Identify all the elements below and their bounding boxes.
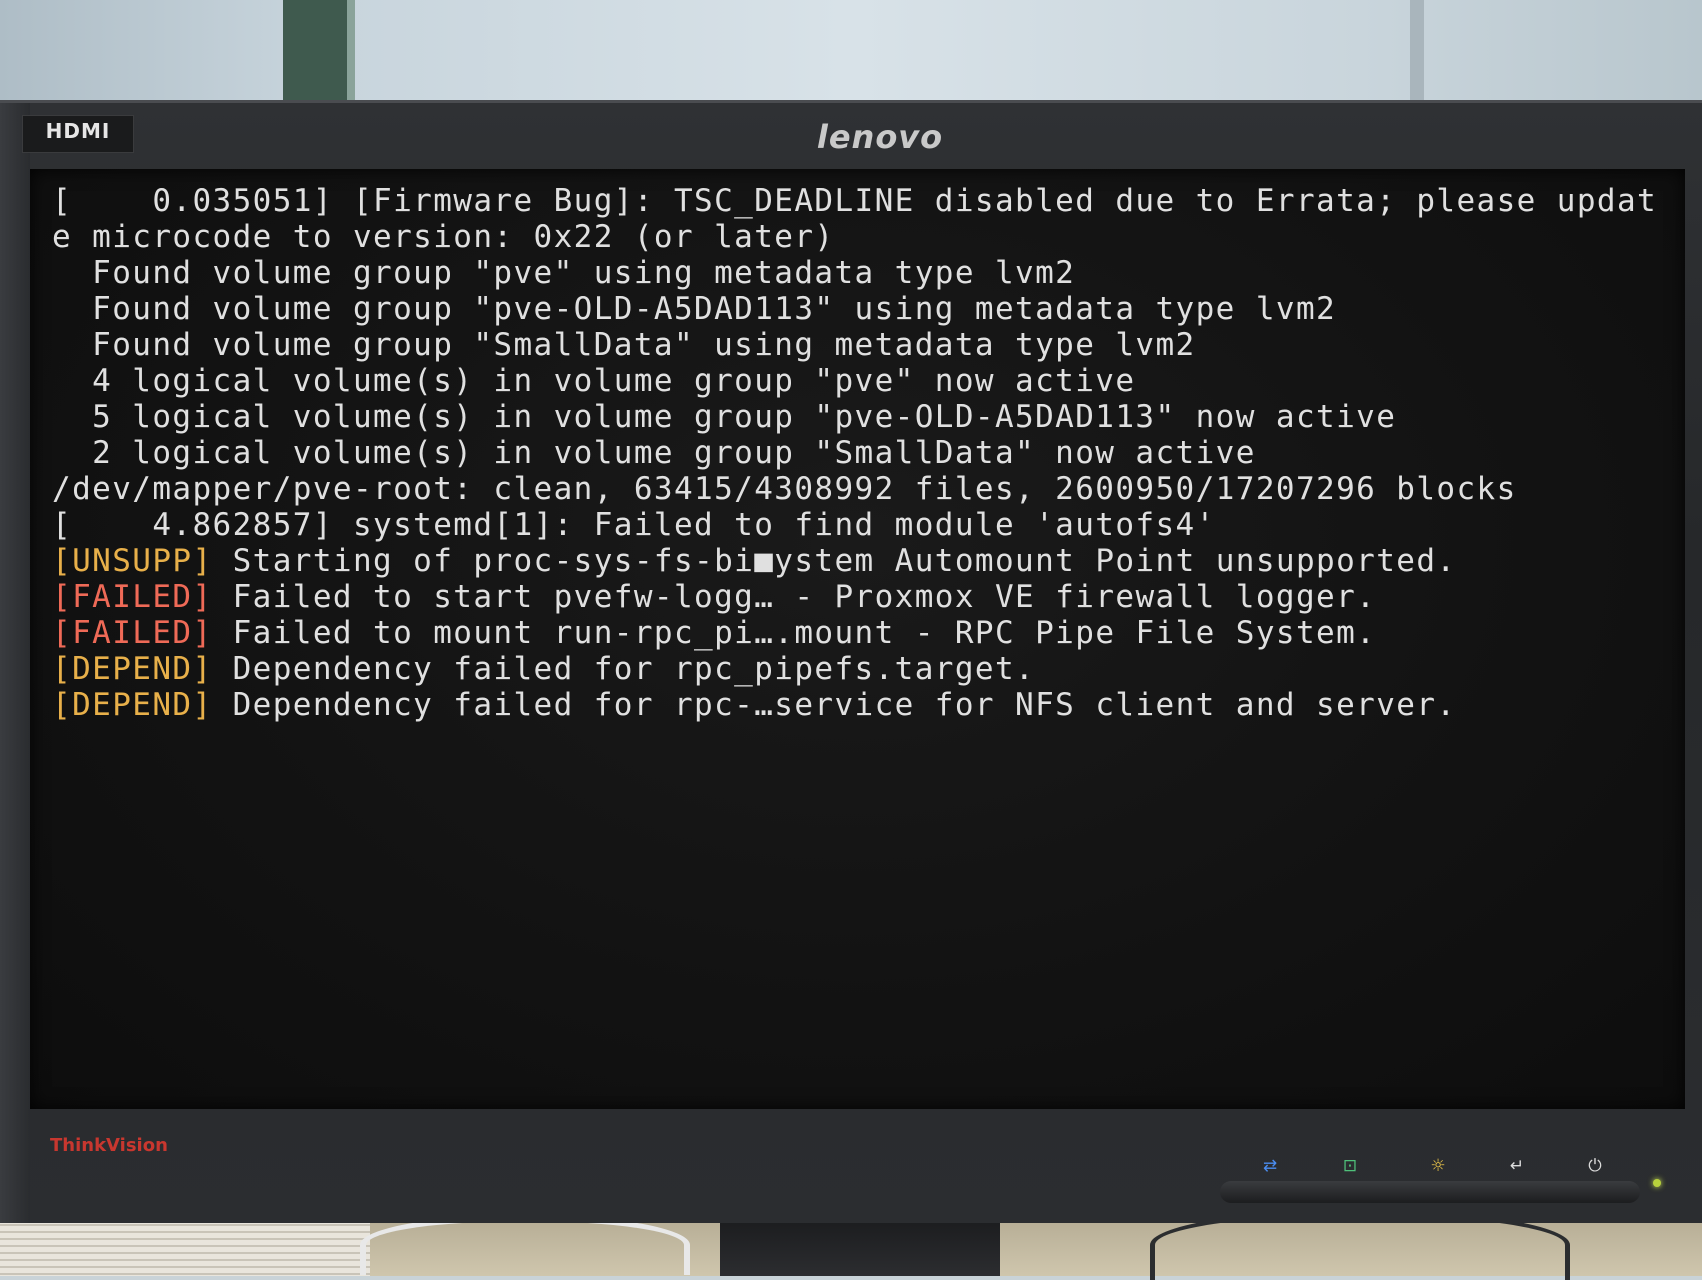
window-frame bbox=[283, 0, 347, 110]
console-line-text: [ 0.035051] [Firmware Bug]: TSC_DEADLINE… bbox=[52, 183, 1658, 219]
console-line: [FAILED] Failed to mount run-rpc_pi….mou… bbox=[52, 615, 1672, 651]
console-line-text: 5 logical volume(s) in volume group "pve… bbox=[52, 399, 1397, 435]
window-frame-edge bbox=[347, 0, 355, 110]
bezel-left-edge bbox=[0, 103, 30, 1223]
console-line: [UNSUPP] Starting of proc-sys-fs-bi■yste… bbox=[52, 543, 1672, 579]
window-frame-right bbox=[1410, 0, 1424, 110]
hdmi-logo: HDMI bbox=[22, 115, 134, 153]
console-line-text: Starting of proc-sys-fs-bi■ystem Automou… bbox=[212, 543, 1457, 579]
power-led-icon bbox=[1653, 1179, 1661, 1187]
console-line-text: 4 logical volume(s) in volume group "pve… bbox=[52, 363, 1136, 399]
monitor-stand bbox=[720, 1215, 1000, 1276]
status-tag-failed: [FAILED] bbox=[52, 615, 213, 651]
brightness-button[interactable]: ☼ bbox=[1418, 1153, 1458, 1179]
console-line-text: Failed to mount run-rpc_pi….mount - RPC … bbox=[212, 615, 1377, 651]
console-line: e microcode to version: 0x22 (or later) bbox=[52, 219, 1672, 255]
console-line-text: Failed to start pvefw-logg… - Proxmox VE… bbox=[212, 579, 1377, 615]
console-line-text: Dependency failed for rpc_pipefs.target. bbox=[212, 651, 1036, 687]
console-line-text: [ 4.862857] systemd[1]: Failed to find m… bbox=[52, 507, 1216, 543]
status-tag-depend: [DEPEND] bbox=[52, 687, 213, 723]
console-line: 4 logical volume(s) in volume group "pve… bbox=[52, 363, 1672, 399]
console-line: 5 logical volume(s) in volume group "pve… bbox=[52, 399, 1672, 435]
console-line: Found volume group "pve" using metadata … bbox=[52, 255, 1672, 291]
monitor: HDMI lenovo [ 0.035051] [Firmware Bug]: … bbox=[0, 100, 1702, 1223]
console-output: [ 0.035051] [Firmware Bug]: TSC_DEADLINE… bbox=[52, 183, 1672, 723]
console-line: [FAILED] Failed to start pvefw-logg… - P… bbox=[52, 579, 1672, 615]
console-line: [DEPEND] Dependency failed for rpc_pipef… bbox=[52, 651, 1672, 687]
status-tag-unsupp: [UNSUPP] bbox=[52, 543, 213, 579]
input-select-button[interactable]: ⇄ bbox=[1250, 1153, 1290, 1179]
white-cable bbox=[360, 1215, 690, 1275]
lenovo-logo: lenovo bbox=[816, 118, 944, 156]
enter-button[interactable]: ↵ bbox=[1497, 1153, 1537, 1179]
console-line: [DEPEND] Dependency failed for rpc-…serv… bbox=[52, 687, 1672, 723]
console-line: Found volume group "SmallData" using met… bbox=[52, 327, 1672, 363]
console-line-text: Dependency failed for rpc-…service for N… bbox=[212, 687, 1457, 723]
console-line: [ 4.862857] systemd[1]: Failed to find m… bbox=[52, 507, 1672, 543]
console-line: [ 0.035051] [Firmware Bug]: TSC_DEADLINE… bbox=[52, 183, 1672, 219]
console-line-text: e microcode to version: 0x22 (or later) bbox=[52, 219, 835, 255]
console-line: Found volume group "pve-OLD-A5DAD113" us… bbox=[52, 291, 1672, 327]
power-button[interactable]: ⏻ bbox=[1575, 1153, 1615, 1179]
console-line-text: Found volume group "pve" using metadata … bbox=[52, 255, 1076, 291]
auto-adjust-button[interactable]: ⊡ bbox=[1330, 1153, 1370, 1179]
console-line-text: /dev/mapper/pve-root: clean, 63415/43089… bbox=[52, 471, 1517, 507]
console-line-text: Found volume group "pve-OLD-A5DAD113" us… bbox=[52, 291, 1337, 327]
console-line-text: 2 logical volume(s) in volume group "Sma… bbox=[52, 435, 1256, 471]
status-tag-depend: [DEPEND] bbox=[52, 651, 213, 687]
console-line: /dev/mapper/pve-root: clean, 63415/43089… bbox=[52, 471, 1672, 507]
control-button-strip bbox=[1220, 1181, 1640, 1203]
console-line: 2 logical volume(s) in volume group "Sma… bbox=[52, 435, 1672, 471]
status-tag-failed: [FAILED] bbox=[52, 579, 213, 615]
thinkvision-logo: ThinkVision bbox=[50, 1135, 168, 1156]
monitor-screen: [ 0.035051] [Firmware Bug]: TSC_DEADLINE… bbox=[30, 169, 1685, 1109]
console-line-text: Found volume group "SmallData" using met… bbox=[52, 327, 1196, 363]
